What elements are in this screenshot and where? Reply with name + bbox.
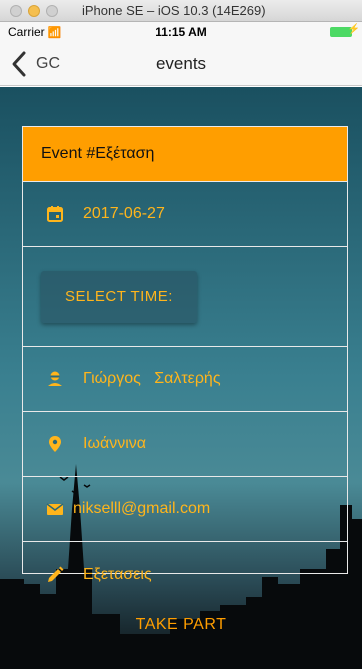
simulator-title: iPhone SE – iOS 10.3 (14E269) — [82, 3, 266, 18]
event-date-row[interactable]: 2017-06-27 — [23, 182, 347, 247]
simulator-title-bar: iPhone SE – iOS 10.3 (14E269) — [0, 0, 362, 22]
event-notes-row[interactable]: Εξετασεις — [23, 542, 347, 607]
event-notes: Εξετασεις — [83, 565, 152, 583]
event-date: 2017-06-27 — [83, 205, 165, 222]
mail-icon — [46, 503, 64, 515]
event-location: Ιωάννινα — [83, 435, 146, 452]
window-controls — [10, 4, 58, 17]
pencil-icon — [48, 566, 64, 582]
back-button[interactable]: GC — [8, 42, 60, 86]
event-location-row[interactable]: Ιωάννινα — [23, 412, 347, 477]
event-email: nikselll@gmail.com — [73, 500, 211, 517]
navigation-bar: events GC — [0, 42, 362, 86]
event-person: Γιώργος Σαλτερής — [83, 370, 221, 387]
maximize-window-button[interactable] — [46, 4, 58, 17]
event-email-row[interactable]: nikselll@gmail.com — [23, 477, 347, 542]
back-label: GC — [36, 55, 60, 72]
calendar-icon — [47, 206, 63, 222]
select-time-button[interactable]: SELECT TIME: — [41, 270, 197, 323]
chevron-left-icon — [12, 51, 26, 77]
minimize-window-button[interactable] — [28, 4, 40, 17]
event-person-row[interactable]: Γιώργος Σαλτερής — [23, 347, 347, 412]
event-title: Event #Εξέταση — [41, 145, 155, 162]
location-pin-icon — [49, 436, 61, 452]
event-form: Event #Εξέταση 2017-06-27 SELECT TIME: Γ… — [22, 126, 348, 583]
charging-bolt-icon: ⚡ — [347, 24, 360, 35]
event-time-row: SELECT TIME: — [23, 247, 347, 347]
event-header: Event #Εξέταση — [23, 127, 347, 182]
take-part-button[interactable]: TAKE PART — [0, 616, 362, 642]
status-time: 11:15 AM — [155, 25, 207, 39]
close-window-button[interactable] — [10, 4, 22, 17]
person-icon — [48, 371, 62, 386]
status-bar: Carrier 📶 11:15 AM ⚡ — [0, 22, 362, 42]
